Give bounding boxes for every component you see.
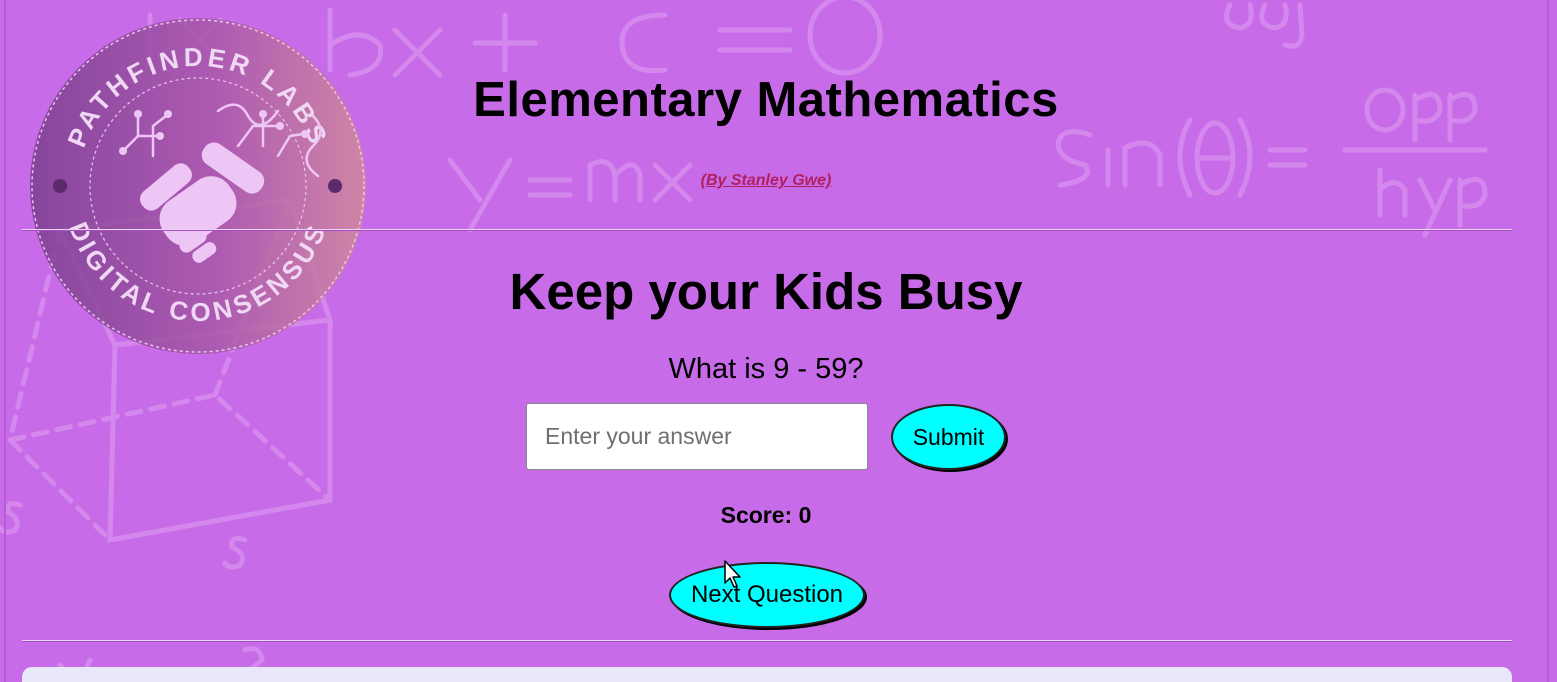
page-frame: PATHFINDER LABS DIGITAL CONSENSUS Elemen… bbox=[0, 0, 1557, 682]
score-display: Score: 0 bbox=[720, 502, 812, 528]
footer-divider bbox=[22, 640, 1512, 642]
mouse-pointer-icon bbox=[724, 560, 741, 588]
page-title: Elementary Mathematics bbox=[473, 73, 1059, 127]
answer-input[interactable] bbox=[526, 403, 868, 470]
author-link[interactable]: (By Stanley Gwe) bbox=[0, 172, 1532, 190]
header-divider bbox=[22, 229, 1512, 231]
section-heading: Keep your Kids Busy bbox=[509, 263, 1023, 320]
math-question: What is 9 - 59? bbox=[668, 353, 864, 385]
next-question-button[interactable]: Next Question bbox=[669, 562, 865, 628]
submit-button[interactable]: Submit bbox=[891, 404, 1006, 470]
bottom-panel bbox=[22, 667, 1512, 682]
